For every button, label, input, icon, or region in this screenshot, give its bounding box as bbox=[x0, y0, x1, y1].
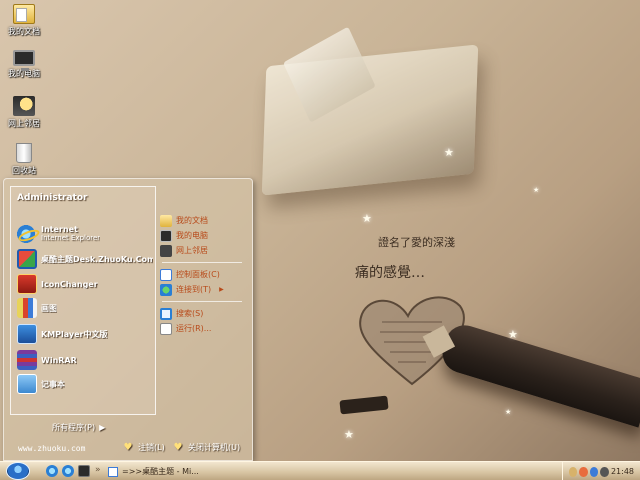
program-title: KMPlayer中文版 bbox=[41, 329, 108, 339]
my-documents-icon bbox=[13, 4, 35, 24]
start-menu-footer: www.zhuoku.com ♥ 注销(L) ♥ 关闭计算机(U) bbox=[4, 422, 252, 460]
paint-icon bbox=[17, 298, 37, 318]
desktop-icon-my-documents[interactable]: 我的文档 bbox=[2, 4, 46, 37]
menu-divider bbox=[162, 262, 242, 263]
place-label: 搜索(S) bbox=[176, 309, 204, 318]
place-run[interactable]: 运行(R)... bbox=[160, 321, 248, 336]
volume-icon[interactable] bbox=[589, 466, 599, 477]
star-icon: ★ bbox=[344, 428, 354, 441]
program-winrar[interactable]: WinRAR bbox=[17, 349, 153, 371]
connect-to-icon bbox=[160, 283, 172, 296]
logoff-label: 注销(L) bbox=[138, 443, 165, 452]
desktop-icon-network-places[interactable]: 网上邻居 bbox=[2, 96, 46, 129]
program-title: 桌酷主题Desk.ZhuoKu.Com bbox=[41, 254, 153, 264]
control-panel-icon bbox=[160, 268, 172, 281]
iconchanger-icon bbox=[17, 274, 37, 294]
start-button[interactable] bbox=[6, 462, 30, 480]
star-icon: ★ bbox=[533, 186, 540, 194]
tray-app-icon[interactable] bbox=[600, 466, 609, 477]
place-my-documents[interactable]: 我的文档 bbox=[160, 213, 248, 228]
shutdown-button[interactable]: ♥ 关闭计算机(U) bbox=[172, 441, 241, 453]
theme-icon bbox=[17, 249, 37, 269]
program-title: 记事本 bbox=[41, 379, 65, 389]
heart-icon: ♥ bbox=[173, 441, 183, 453]
network-places-icon bbox=[160, 244, 172, 257]
program-zhuoku-theme[interactable]: 桌酷主题Desk.ZhuoKu.Com bbox=[17, 248, 153, 270]
winrar-icon bbox=[17, 350, 37, 370]
wallpaper-pencil-lead bbox=[339, 395, 389, 415]
start-menu-places-panel: 我的文档 我的电脑 网上邻居 控制面板(C) 连接到(T) ▶ 搜索(S) 运行… bbox=[160, 213, 248, 336]
place-label: 连接到(T) bbox=[176, 285, 212, 294]
chevron-right-icon: ▶ bbox=[219, 286, 224, 293]
run-icon bbox=[160, 322, 172, 335]
network-places-icon bbox=[13, 96, 35, 116]
star-icon: ★ bbox=[444, 146, 454, 159]
star-icon: ★ bbox=[508, 328, 518, 341]
program-title: WinRAR bbox=[41, 355, 77, 365]
desktop-icon-my-computer[interactable]: 我的电脑 bbox=[2, 50, 46, 79]
wallpaper-text-line2: 痛的感覺… bbox=[355, 265, 425, 281]
show-desktop-icon[interactable] bbox=[78, 465, 90, 477]
star-icon: ★ bbox=[505, 408, 512, 416]
place-search[interactable]: 搜索(S) bbox=[160, 306, 248, 321]
place-label: 运行(R)... bbox=[176, 324, 212, 333]
wallpaper-pencil bbox=[437, 320, 640, 428]
place-label: 我的电脑 bbox=[176, 231, 208, 240]
taskbar-window-label: =>>桌酷主题 - Mi... bbox=[122, 467, 199, 476]
program-kmplayer[interactable]: KMPlayer中文版 bbox=[17, 323, 153, 345]
program-iconchanger[interactable]: IconChanger bbox=[17, 273, 153, 295]
desktop-icon-label: 我的文档 bbox=[8, 27, 40, 36]
kmplayer-icon bbox=[17, 324, 37, 344]
start-menu: Administrator Internet Internet Explorer … bbox=[3, 178, 253, 461]
heart-icon: ♥ bbox=[123, 441, 133, 453]
wallpaper-book bbox=[261, 44, 479, 196]
place-connect-to[interactable]: 连接到(T) ▶ bbox=[160, 282, 248, 297]
internet-explorer-icon[interactable] bbox=[62, 465, 74, 477]
program-notepad[interactable]: 记事本 bbox=[17, 373, 153, 395]
my-computer-icon bbox=[13, 50, 35, 71]
logoff-button[interactable]: ♥ 注销(L) bbox=[122, 442, 165, 453]
taskbar: » =>>桌酷主题 - Mi... 21:48 bbox=[0, 461, 640, 480]
user-name: Administrator bbox=[17, 193, 88, 203]
wallpaper-text-line1: 證名了愛的深淺 bbox=[378, 236, 455, 249]
chevron-right-icon[interactable]: » bbox=[95, 465, 101, 475]
program-subtitle: Internet Explorer bbox=[41, 234, 101, 242]
notepad-icon bbox=[17, 374, 37, 394]
program-internet-explorer[interactable]: Internet Internet Explorer bbox=[17, 223, 153, 245]
my-documents-icon bbox=[160, 214, 172, 227]
program-paint[interactable]: 画图 bbox=[17, 297, 153, 319]
search-icon bbox=[160, 307, 172, 320]
clock[interactable]: 21:48 bbox=[611, 467, 634, 476]
program-title: Internet bbox=[41, 225, 78, 234]
window-icon bbox=[108, 466, 118, 477]
taskbar-window-button[interactable]: =>>桌酷主题 - Mi... bbox=[104, 463, 212, 480]
my-computer-icon bbox=[160, 229, 172, 242]
desktop-icon-label: 回收站 bbox=[12, 166, 36, 175]
system-tray: 21:48 bbox=[562, 462, 640, 480]
tray-app-icon[interactable] bbox=[569, 466, 578, 477]
place-network-places[interactable]: 网上邻居 bbox=[160, 243, 248, 258]
desktop-icon-recycle-bin[interactable]: 回收站 bbox=[2, 143, 46, 176]
place-label: 控制面板(C) bbox=[176, 270, 220, 279]
start-menu-programs-panel: Administrator Internet Internet Explorer … bbox=[10, 186, 156, 415]
shutdown-label: 关闭计算机(U) bbox=[188, 443, 241, 452]
program-title: 画图 bbox=[41, 303, 57, 313]
website-url: www.zhuoku.com bbox=[18, 444, 86, 453]
place-my-computer[interactable]: 我的电脑 bbox=[160, 228, 248, 243]
menu-divider bbox=[162, 301, 242, 302]
desktop-icon-label: 网上邻居 bbox=[8, 119, 40, 128]
star-icon: ★ bbox=[362, 212, 372, 225]
tray-app-icon[interactable] bbox=[579, 466, 588, 477]
recycle-bin-icon bbox=[16, 143, 32, 163]
internet-explorer-icon bbox=[17, 224, 37, 244]
place-label: 网上邻居 bbox=[176, 246, 208, 255]
place-label: 我的文档 bbox=[176, 216, 208, 225]
internet-explorer-icon[interactable] bbox=[46, 465, 58, 477]
program-title: IconChanger bbox=[41, 279, 98, 289]
place-control-panel[interactable]: 控制面板(C) bbox=[160, 267, 248, 282]
